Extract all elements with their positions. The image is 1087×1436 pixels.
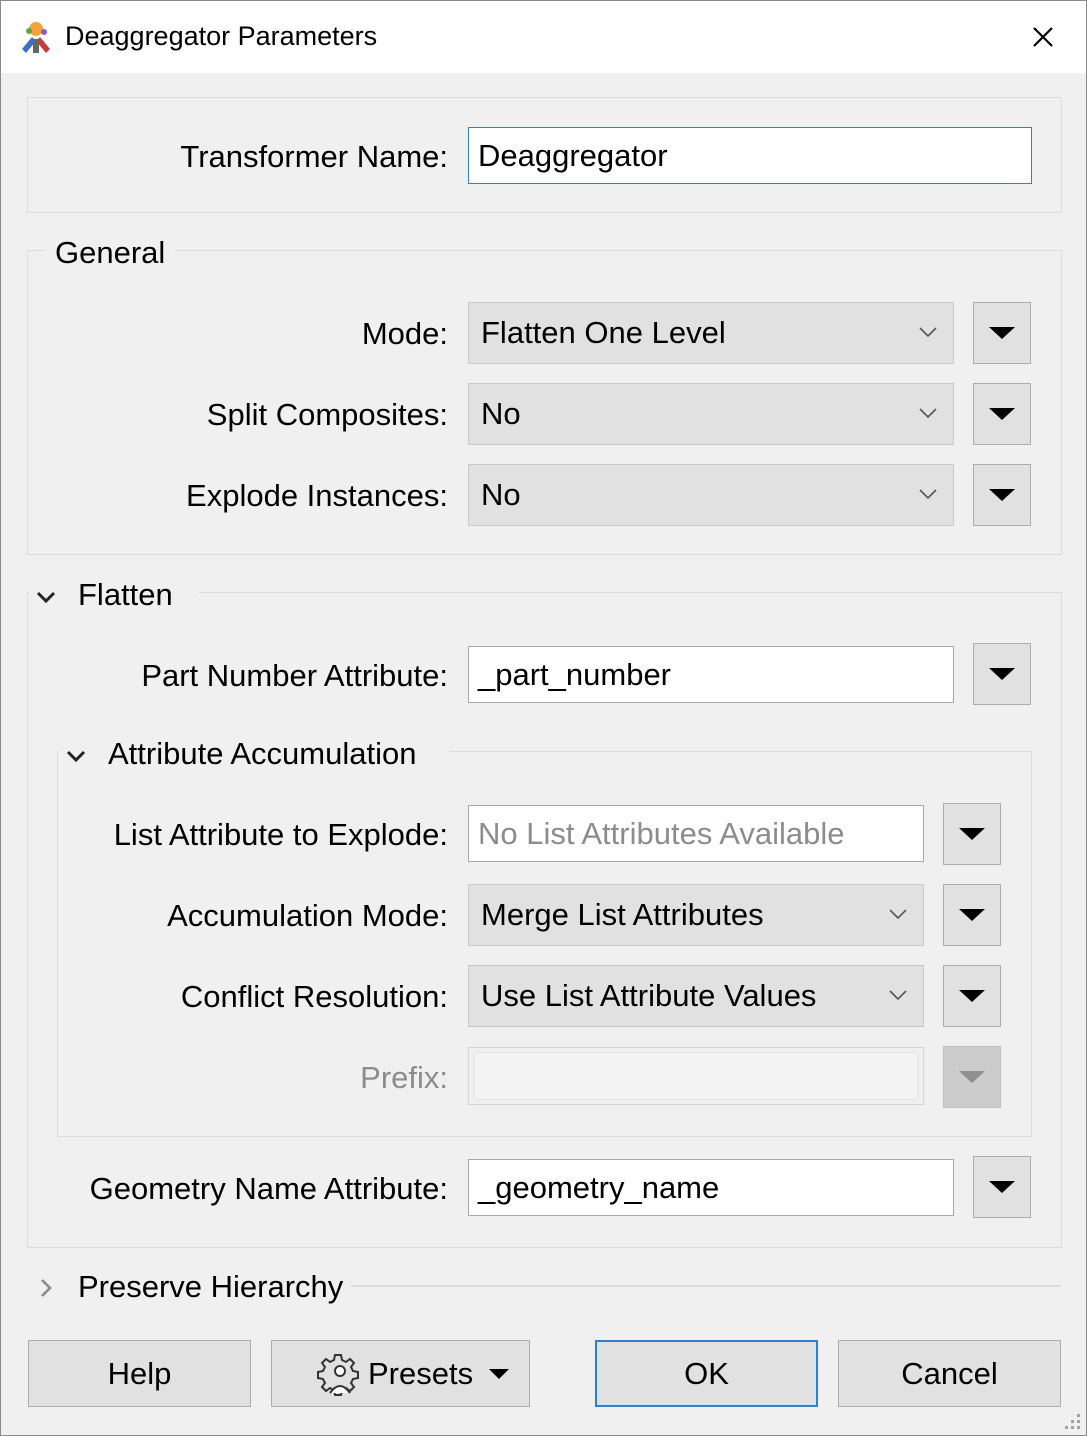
mode-menu-button[interactable] [973,302,1031,364]
list-attribute-input[interactable]: No List Attributes Available [468,805,924,862]
chevron-down-icon [919,327,937,338]
split-composites-dropdown[interactable]: No [468,383,954,445]
part-number-menu-button[interactable] [973,643,1031,705]
triangle-down-icon [959,990,985,1002]
accumulation-mode-menu-button[interactable] [943,884,1001,946]
triangle-down-icon [989,1181,1015,1193]
accumulation-mode-dropdown[interactable]: Merge List Attributes [468,884,924,946]
cancel-button[interactable]: Cancel [838,1340,1061,1407]
explode-instances-label: Explode Instances: [186,478,448,513]
attribute-accumulation-title: Attribute Accumulation [108,736,417,771]
explode-instances-value: No [481,477,521,512]
list-attribute-label: List Attribute to Explode: [113,817,448,852]
presets-gear-icon [317,1353,359,1396]
presets-label: Presets [368,1355,474,1391]
part-number-label: Part Number Attribute: [141,658,448,693]
triangle-down-icon [989,327,1015,339]
triangle-down-icon [989,489,1015,501]
triangle-down-icon [489,1368,510,1379]
chevron-down-icon [889,990,907,1001]
transformer-name-label: Transformer Name: [180,139,448,174]
mode-dropdown[interactable]: Flatten One Level [468,302,954,364]
presets-button[interactable]: Presets [271,1340,530,1407]
prefix-label: Prefix: [360,1060,448,1095]
transformer-name-input[interactable]: Deaggregator [468,127,1032,184]
prefix-input [468,1047,924,1105]
list-attribute-menu-button[interactable] [943,803,1001,865]
split-composites-value: No [481,396,521,431]
close-button[interactable] [1000,1,1086,73]
triangle-down-icon [989,408,1015,420]
flatten-header[interactable]: Flatten [29,575,199,619]
chevron-down-icon [36,591,56,604]
mode-value: Flatten One Level [481,315,726,350]
prefix-menu-button [943,1046,1001,1108]
title-bar: Deaggregator Parameters [1,1,1086,73]
preserve-hierarchy-title: Preserve Hierarchy [78,1269,344,1304]
attribute-accumulation-header[interactable]: Attribute Accumulation [59,734,449,778]
help-button[interactable]: Help [28,1340,251,1407]
ok-button[interactable]: OK [595,1340,818,1407]
close-icon [1033,27,1053,47]
triangle-down-icon [959,828,985,840]
dialog-window: Deaggregator Parameters Transformer Name… [0,0,1087,1436]
split-composites-menu-button[interactable] [973,383,1031,445]
chevron-right-icon [41,1279,52,1297]
accumulation-mode-value: Merge List Attributes [481,897,764,932]
resize-grip-icon[interactable] [1062,1411,1082,1431]
flatten-section-title: Flatten [78,577,173,612]
geometry-name-label: Geometry Name Attribute: [89,1171,448,1206]
preserve-hierarchy-header[interactable]: Preserve Hierarchy [29,1267,359,1311]
geometry-name-menu-button[interactable] [973,1156,1031,1218]
explode-instances-menu-button[interactable] [973,464,1031,526]
accumulation-mode-label: Accumulation Mode: [167,898,448,933]
geometry-name-input[interactable]: _geometry_name [468,1159,954,1216]
window-title: Deaggregator Parameters [65,21,378,51]
explode-instances-dropdown[interactable]: No [468,464,954,526]
preserve-hierarchy-divider [351,1285,1061,1287]
chevron-down-icon [66,750,86,763]
split-composites-label: Split Composites: [206,397,448,432]
chevron-down-icon [919,408,937,419]
fme-transformer-icon [22,22,50,53]
triangle-down-icon [959,909,985,921]
chevron-down-icon [919,489,937,500]
triangle-down-icon [959,1071,985,1083]
conflict-resolution-label: Conflict Resolution: [180,979,448,1014]
part-number-input[interactable]: _part_number [468,646,954,703]
mode-label: Mode: [361,316,448,351]
conflict-resolution-menu-button[interactable] [943,965,1001,1027]
conflict-resolution-value: Use List Attribute Values [481,978,817,1013]
general-section-title: General [45,235,176,271]
chevron-down-icon [889,909,907,920]
triangle-down-icon [989,668,1015,680]
conflict-resolution-dropdown[interactable]: Use List Attribute Values [468,965,924,1027]
